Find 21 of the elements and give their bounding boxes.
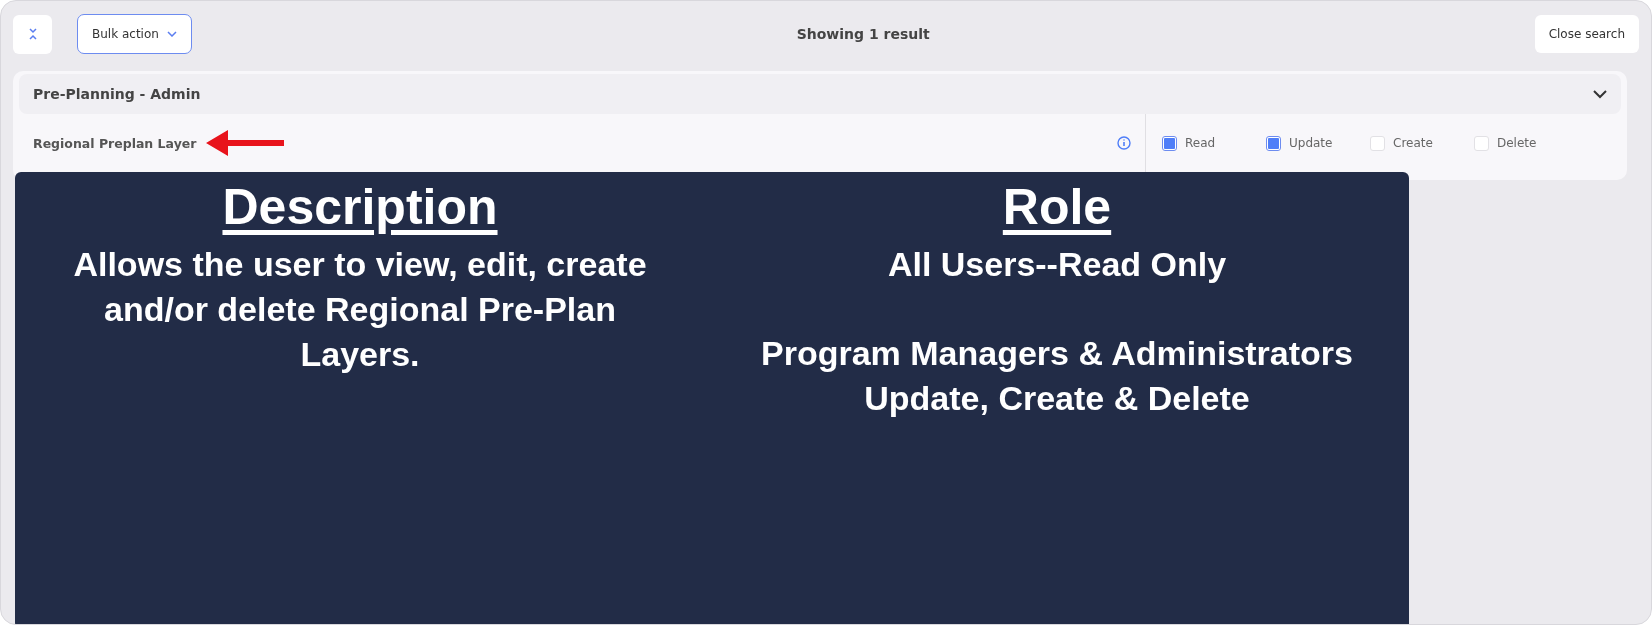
chevron-down-icon	[166, 31, 177, 37]
bulk-action-button[interactable]: Bulk action	[77, 14, 192, 54]
checkbox[interactable]	[1162, 135, 1177, 151]
result-count: Showing 1 result	[795, 26, 931, 42]
checkbox-label: Delete	[1497, 136, 1537, 150]
collapse-icon	[27, 27, 38, 41]
checkbox-label: Read	[1185, 136, 1216, 150]
section-header[interactable]: Pre-Planning - Admin	[19, 74, 1621, 114]
chevron-down-icon[interactable]	[1593, 89, 1607, 99]
panel-text: All Users--Read Only	[887, 244, 1227, 285]
info-icon[interactable]	[1117, 136, 1131, 150]
panel-heading: Role	[1002, 178, 1112, 236]
panel-heading: Description	[222, 178, 498, 236]
permission-label: Regional Preplan Layer	[33, 135, 197, 151]
checkbox-label: Create	[1393, 136, 1433, 150]
close-search-button[interactable]: Close search	[1534, 15, 1639, 53]
panel-text: Allows the user to view, edit, create and/or delete Regional Pre-Plan Layers.	[72, 244, 648, 375]
panel-text: Program Managers & Administrators Update, Create & Delete	[760, 333, 1354, 419]
section-title: Pre-Planning - Admin	[33, 86, 201, 102]
checkbox-label: Update	[1289, 136, 1333, 150]
checkbox[interactable]	[1266, 135, 1281, 151]
